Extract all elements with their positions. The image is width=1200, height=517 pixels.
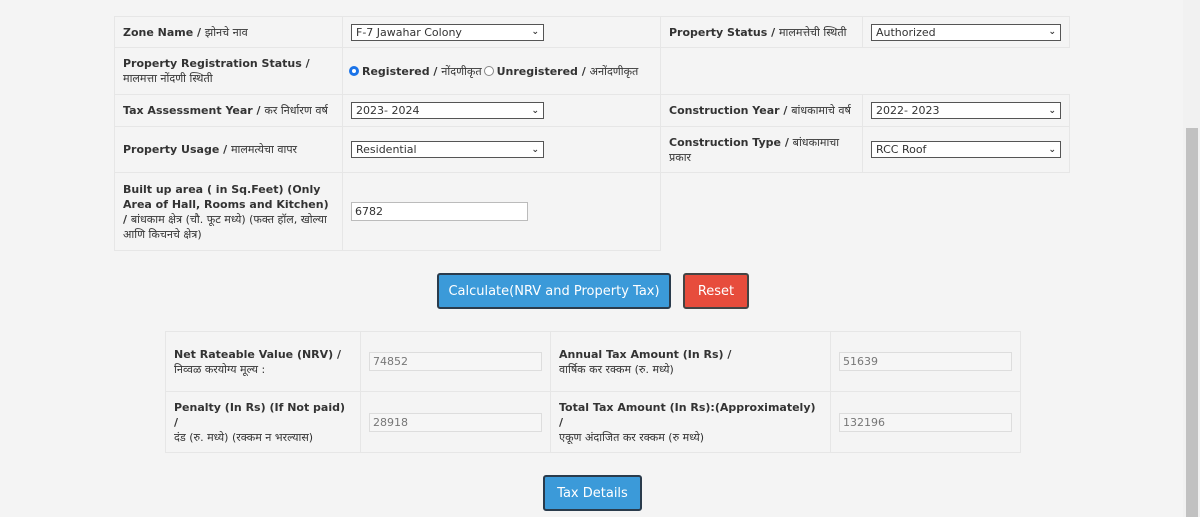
chevron-down-icon: ⌄ — [1048, 105, 1056, 116]
usage-cell: Residential ⌄ — [342, 126, 661, 173]
nrv-output: 74852 — [369, 352, 542, 371]
zone-cell: F-7 Jawahar Colony ⌄ — [342, 16, 661, 48]
construction-type-label: Construction Type / बांधकामाचा प्रकार — [660, 126, 863, 173]
zone-label: Zone Name / झोनचे नाव — [114, 16, 343, 48]
total-cell: 132196 — [830, 391, 1021, 453]
zone-select[interactable]: F-7 Jawahar Colony ⌄ — [351, 23, 544, 41]
chevron-down-icon: ⌄ — [1048, 27, 1056, 37]
total-output: 132196 — [839, 412, 1012, 432]
chevron-down-icon: ⌄ — [531, 144, 539, 155]
tax-year-select[interactable]: 2023- 2024 ⌄ — [351, 102, 544, 119]
penalty-label: Penalty (In Rs) (If Not paid) / दंड (रु. … — [165, 391, 361, 453]
registration-label: Property Registration Status / मालमत्ता न… — [114, 47, 343, 95]
annual-output: 51639 — [839, 352, 1012, 371]
tax-year-cell: 2023- 2024 ⌄ — [342, 94, 661, 127]
scrollbar-thumb[interactable] — [1186, 128, 1198, 517]
nrv-label: Net Rateable Value (NRV) / निव्वळ करयोग्य… — [165, 331, 361, 392]
construction-type-select[interactable]: RCC Roof ⌄ — [871, 141, 1061, 158]
built-up-input[interactable]: 6782 — [351, 202, 528, 221]
built-up-cell: 6782 — [342, 172, 661, 251]
radio-checked-icon — [349, 65, 359, 76]
chevron-down-icon: ⌄ — [531, 105, 539, 116]
construction-year-label: Construction Year / बांधकामाचे वर्ष — [660, 94, 863, 127]
radio-unregistered[interactable]: Unregistered / अनोंदणीकृत — [483, 64, 638, 79]
property-status-cell: Authorized ⌄ — [862, 16, 1070, 48]
penalty-output: 28918 — [369, 412, 542, 432]
radio-registered[interactable]: Registered / नोंदणीकृत — [349, 64, 482, 79]
penalty-cell: 28918 — [360, 391, 551, 453]
usage-select[interactable]: Residential ⌄ — [351, 141, 544, 158]
radio-unchecked-icon — [483, 65, 494, 76]
usage-label: Property Usage / मालमत्येचा वापर — [114, 126, 343, 173]
construction-type-cell: RCC Roof ⌄ — [862, 126, 1070, 173]
tax-year-label: Tax Assessment Year / कर निर्धारण वर्ष — [114, 94, 343, 127]
property-status-label: Property Status / मालमत्तेची स्थिती — [660, 16, 863, 48]
chevron-down-icon: ⌄ — [1048, 144, 1056, 155]
built-up-label: Built up area ( in Sq.Feet) (Only Area o… — [114, 172, 343, 251]
total-label: Total Tax Amount (In Rs):(Approximately)… — [550, 391, 831, 453]
annual-label: Annual Tax Amount (In Rs) / वार्षिक कर रक… — [550, 331, 831, 392]
tax-details-button[interactable]: Tax Details — [543, 475, 642, 511]
scrollbar[interactable] — [1183, 0, 1200, 517]
property-status-select[interactable]: Authorized ⌄ — [871, 23, 1061, 41]
reset-button[interactable]: Reset — [683, 273, 749, 309]
registration-radios: Registered / नोंदणीकृत Unregistered / अन… — [342, 47, 661, 95]
construction-year-select[interactable]: 2022- 2023 ⌄ — [871, 102, 1061, 119]
chevron-down-icon: ⌄ — [531, 27, 539, 37]
calculate-button[interactable]: Calculate(NRV and Property Tax) — [437, 273, 671, 309]
nrv-cell: 74852 — [360, 331, 551, 392]
annual-cell: 51639 — [830, 331, 1021, 392]
construction-year-cell: 2022- 2023 ⌄ — [862, 94, 1070, 127]
